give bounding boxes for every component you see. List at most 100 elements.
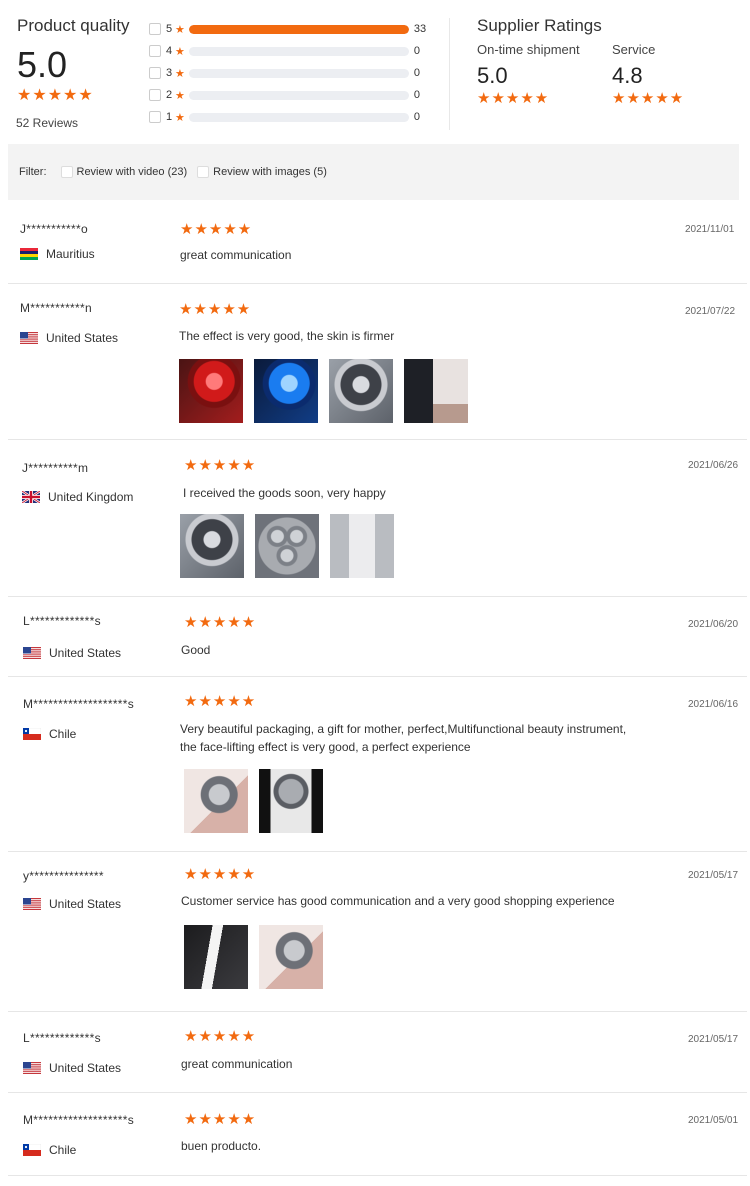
rating-filter-checkbox[interactable] [149,111,161,123]
rating-filter-checkbox[interactable] [149,23,161,35]
product-quality-title: Product quality [17,16,130,35]
review-date: 2021/05/17 [688,1034,739,1045]
on-time-shipment-stars: ★★★★★ [477,90,550,107]
review-stars: ★★★★★ [184,614,257,631]
reviewer-name: M*******************s [23,1113,135,1127]
device-in-hand-photo[interactable] [259,925,323,989]
review-stars: ★★★★★ [179,301,252,318]
review-date: 2021/05/17 [688,870,739,881]
reviewer-name: J**********m [22,461,89,475]
device-charging-photo[interactable] [184,925,248,989]
rating-value: 4 [166,45,173,57]
review-stars: ★★★★★ [184,1111,257,1128]
filter-images-label: Review with images (5) [213,166,327,178]
on-time-shipment-label: On-time shipment [477,42,580,57]
reviewer-name: M***********n [20,301,92,315]
country-name: United Kingdom [48,490,134,504]
service-label: Service [612,42,656,57]
review-stars: ★★★★★ [184,1028,257,1045]
ratings-summary: Product quality 5.0 ★★★★★ 52 Reviews 5 ★ 3… [0,0,750,140]
divider [449,18,450,130]
service-score: 4.8 [612,63,643,88]
filter-video-checkbox[interactable] [60,166,73,178]
review-date: 2021/11/01 [685,224,735,235]
rating-filter-checkbox[interactable] [149,45,161,57]
country-name: Mauritius [46,247,95,261]
review-photos [184,769,334,833]
rating-filter-checkbox[interactable] [149,67,161,79]
us-flag-icon [23,898,41,910]
rating-bar [188,90,409,100]
filter-bar: Filter: Review with video (23) Review wi… [8,144,739,200]
star-icon: ★ [175,89,185,102]
us-flag-icon [20,332,38,344]
rating-count: 0 [413,89,420,101]
rating-value: 1 [166,111,173,123]
device-head-photo[interactable] [180,514,244,578]
rating-count: 33 [413,23,427,35]
device-dark-photo[interactable] [259,769,323,833]
us-flag-icon [23,647,41,659]
rating-row-5[interactable]: 5 ★ 33 [149,18,439,40]
uk-flag-icon [21,490,41,504]
reviewer-country: United States [23,897,121,911]
filter-video-label: Review with video (23) [76,166,188,178]
review-date: 2021/06/20 [688,619,739,630]
red-light-device-photo[interactable] [179,359,243,423]
star-icon: ★ [175,45,185,58]
review-item: M*******************s Chile ★★★★★ 2021/05/0… [8,1093,747,1176]
review-date: 2021/07/22 [685,306,736,317]
reviewer-country: United States [23,1061,121,1075]
chile-flag-icon [22,1143,42,1157]
product-quality-stars: ★★★★★ [17,87,94,104]
device-closeup-photo[interactable] [255,514,319,578]
device-box-photo[interactable] [404,359,468,423]
reviewer-name: L*************s [23,1031,101,1045]
chile-flag-icon [22,727,42,741]
review-date: 2021/06/26 [688,460,739,471]
device-side-photo[interactable] [330,514,394,578]
reviewer-name: J***********o [20,222,88,236]
review-stars: ★★★★★ [180,221,253,238]
rating-filter-checkbox[interactable] [149,89,161,101]
review-stars: ★★★★★ [184,457,257,474]
blue-light-device-photo[interactable] [254,359,318,423]
supplier-ratings-title: Supplier Ratings [477,16,602,35]
rating-row-4[interactable]: 4 ★ 0 [149,40,439,62]
country-name: United States [46,331,119,345]
rating-bar-fill [188,24,409,34]
review-text: great communication [180,248,292,262]
service-stars: ★★★★★ [612,90,685,107]
review-item: M*******************s Chile ★★★★★ 2021/06/1… [8,677,747,852]
filter-images-option[interactable]: Review with images (5) [197,166,327,178]
reviewer-name: M*******************s [23,697,135,711]
reviewer-country: United Kingdom [21,490,134,504]
rating-row-3[interactable]: 3 ★ 0 [149,62,439,84]
review-item: L*************s United States ★★★★★ 2021/06… [8,597,747,677]
us-flag-icon [23,1062,41,1074]
review-item: M***********n United States ★★★★★ 2021/07/2… [8,284,747,440]
filter-images-checkbox[interactable] [197,166,210,178]
review-photos [180,514,405,578]
rating-value: 2 [166,89,173,101]
rating-bar [188,112,409,122]
reviewer-country: United States [20,331,118,345]
rating-bar [188,24,409,34]
star-icon: ★ [175,23,185,36]
country-name: Chile [49,727,77,741]
review-item: J**********m United Kingdom ★★★★★ 2021/06/2… [8,440,747,597]
on-time-shipment-rating: On-time shipment 5.0 ★★★★★ [477,42,580,106]
device-head-photo[interactable] [329,359,393,423]
reviewer-name: y*************** [23,869,104,883]
filter-video-option[interactable]: Review with video (23) [60,166,188,178]
rating-count: 0 [413,111,420,123]
review-text: Customer service has good communication … [181,894,615,908]
rating-row-2[interactable]: 2 ★ 0 [149,84,439,106]
rating-row-1[interactable]: 1 ★ 0 [149,106,439,128]
review-text: Very beautiful packaging, a gift for mot… [180,722,627,754]
device-in-hand-photo[interactable] [184,769,248,833]
rating-value: 5 [166,23,173,35]
review-item: J***********o Mauritius ★★★★★ 2021/11/01 gre… [8,201,747,284]
rating-distribution: 5 ★ 33 4 ★ 0 3 ★ 0 2 ★ 0 1 ★ 0 [149,18,439,128]
rating-count: 0 [413,67,420,79]
